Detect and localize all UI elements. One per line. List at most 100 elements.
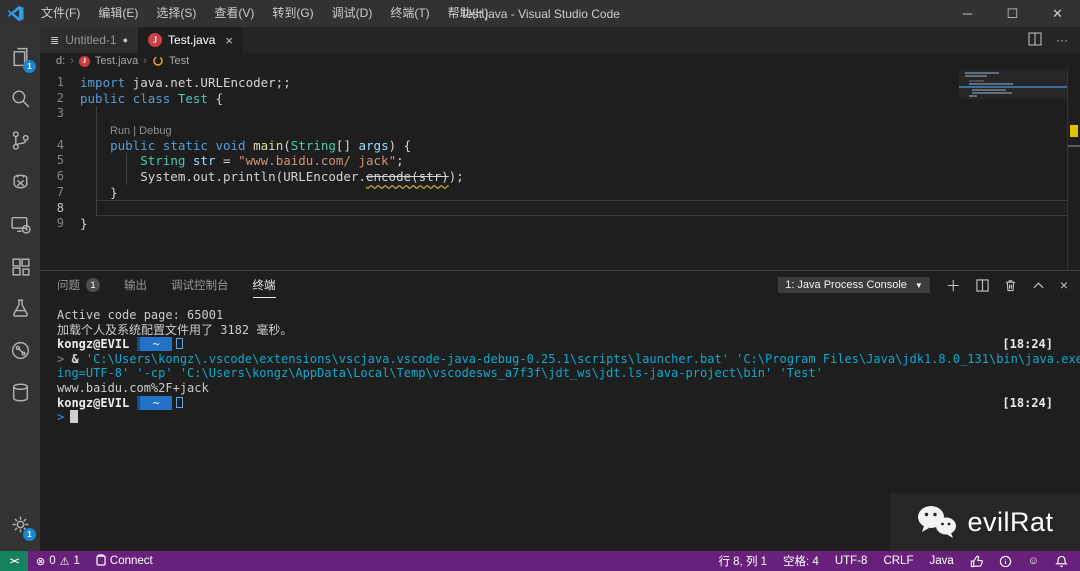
- panel-header: 问题1 输出调试控制台终端 1: Java Process Console ▼ ＋…: [40, 271, 1080, 299]
- line-number: 3: [40, 106, 80, 122]
- glyph-box-icon: [176, 397, 183, 408]
- line-number: 7: [40, 185, 80, 201]
- terminal-line: ing=UTF-8' '-cp' 'C:\Users\kongz\AppData…: [57, 366, 1080, 381]
- overview-ruler: [1067, 69, 1080, 270]
- activity-bar: 1 1: [0, 27, 40, 551]
- file-icon: ≣: [50, 34, 59, 47]
- menu-item-5[interactable]: 调试(D): [323, 0, 382, 27]
- circle-branch-extension-icon[interactable]: [0, 329, 40, 371]
- class-symbol-icon: [152, 55, 164, 67]
- minimap[interactable]: [959, 69, 1067, 270]
- scrollbar-marker: [1068, 145, 1080, 147]
- menu-item-4[interactable]: 转到(G): [263, 0, 322, 27]
- explorer-icon[interactable]: 1: [0, 35, 40, 77]
- menu-item-6[interactable]: 终端(T): [381, 0, 438, 27]
- codelens-run-debug[interactable]: Run | Debug: [80, 125, 172, 137]
- split-terminal-icon[interactable]: [976, 279, 989, 292]
- error-icon: ⊗: [36, 555, 45, 568]
- panel-tab-2[interactable]: 调试控制台: [171, 272, 229, 298]
- timestamp: [18:24]: [1002, 396, 1053, 411]
- titlebar: 文件(F)编辑(E)选择(S)查看(V)转到(G)调试(D)终端(T)帮助(H)…: [0, 0, 1080, 27]
- settings-gear-icon[interactable]: 1: [0, 503, 40, 545]
- maximize-button[interactable]: ☐: [990, 0, 1035, 27]
- connect-button[interactable]: Connect: [88, 551, 161, 571]
- status-bar: >< ⊗ 0 ⚠ 1 Connect 行 8, 列 1 空格: 4 UTF-8 …: [0, 551, 1080, 571]
- tab-test-java[interactable]: J Test.java ×: [138, 27, 243, 53]
- terminal-line: Active code page: 65001: [57, 308, 1080, 323]
- panel-tab-3[interactable]: 终端: [253, 272, 276, 298]
- encoding[interactable]: UTF-8: [827, 551, 876, 571]
- cursor-position[interactable]: 行 8, 列 1: [710, 551, 775, 571]
- window-controls: ─ ☐ ✕: [945, 0, 1080, 27]
- menu-item-7[interactable]: 帮助(H): [439, 0, 498, 27]
- line-number: 6: [40, 169, 80, 185]
- terminal-line: > & 'C:\Users\kongz\.vscode\extensions\v…: [57, 352, 1080, 367]
- menu-item-2[interactable]: 选择(S): [147, 0, 205, 27]
- code-line: 1import java.net.URLEncoder;;: [40, 75, 1080, 91]
- java-file-icon: J: [79, 56, 90, 67]
- code-line: 8: [40, 201, 1080, 217]
- minimize-button[interactable]: ─: [945, 0, 990, 27]
- language-mode[interactable]: Java: [921, 551, 961, 571]
- terminal-line: 加载个人及系统配置文件用了 3182 毫秒。: [57, 323, 1080, 338]
- search-icon[interactable]: [0, 77, 40, 119]
- terminal-line: >: [57, 410, 1080, 425]
- problems-status[interactable]: ⊗ 0 ⚠ 1: [28, 551, 88, 571]
- line-number: 9: [40, 216, 80, 232]
- extensions-icon[interactable]: [0, 245, 40, 287]
- line-number: 5: [40, 153, 80, 169]
- code-line: 2public class Test {: [40, 91, 1080, 107]
- split-editor-icon[interactable]: [1028, 32, 1042, 49]
- indentation[interactable]: 空格: 4: [775, 551, 827, 571]
- source-control-icon[interactable]: [0, 119, 40, 161]
- remote-indicator[interactable]: ><: [0, 551, 28, 571]
- codelens-row: Run | Debug: [40, 122, 1080, 138]
- menu-item-0[interactable]: 文件(F): [32, 0, 89, 27]
- thumbs-up-icon[interactable]: [962, 551, 991, 571]
- terminal-cursor: [70, 410, 78, 423]
- maximize-panel-chevron-icon[interactable]: [1032, 279, 1045, 292]
- breadcrumb-symbol[interactable]: Test: [169, 55, 189, 67]
- feedback-smiley-icon[interactable]: ☺: [1020, 551, 1047, 571]
- indent-guide: [96, 106, 97, 216]
- java-file-icon: J: [148, 33, 162, 47]
- line-number: 8: [40, 201, 80, 217]
- info-icon[interactable]: [991, 551, 1020, 571]
- watermark-text: evilRat: [967, 507, 1053, 538]
- tab-label: Untitled-1: [65, 33, 116, 47]
- panel-tab-0[interactable]: 问题1: [57, 272, 100, 298]
- menu-item-3[interactable]: 查看(V): [205, 0, 263, 27]
- terminal-select-dropdown[interactable]: 1: Java Process Console ▼: [778, 277, 930, 293]
- code-line: 4 public static void main(String[] args)…: [40, 138, 1080, 154]
- new-terminal-icon[interactable]: ＋: [946, 275, 961, 296]
- database-extension-icon[interactable]: [0, 371, 40, 413]
- eol-sequence[interactable]: CRLF: [875, 551, 921, 571]
- breadcrumb-drive[interactable]: d:: [56, 55, 65, 67]
- wechat-icon: [916, 504, 958, 540]
- line-number: 4: [40, 138, 80, 154]
- terminal-line: kongz@EVIL ~ [18:24]: [57, 396, 1080, 411]
- code-editor[interactable]: 1import java.net.URLEncoder;;2public cla…: [40, 69, 1080, 270]
- breadcrumb-file[interactable]: Test.java: [95, 55, 138, 67]
- kill-terminal-trash-icon[interactable]: [1004, 279, 1017, 292]
- more-actions-icon[interactable]: ···: [1056, 33, 1068, 47]
- test-explorer-beaker-icon[interactable]: [0, 287, 40, 329]
- menu-item-1[interactable]: 编辑(E): [89, 0, 147, 27]
- line-number: 2: [40, 91, 80, 107]
- close-button[interactable]: ✕: [1035, 0, 1080, 27]
- code-line: 7 }: [40, 185, 1080, 201]
- debug-icon[interactable]: [0, 161, 40, 203]
- panel-tab-1[interactable]: 输出: [124, 272, 147, 298]
- close-panel-icon[interactable]: ×: [1060, 277, 1068, 293]
- chevron-down-icon: ▼: [915, 281, 923, 290]
- remote-explorer-icon[interactable]: [0, 203, 40, 245]
- code-line: 6 System.out.println(URLEncoder.encode(s…: [40, 169, 1080, 185]
- breadcrumb: d: › J Test.java › Test: [40, 53, 1080, 69]
- code-line: 9}: [40, 216, 1080, 232]
- warning-marker: [1070, 125, 1078, 137]
- notifications-bell-icon[interactable]: [1047, 551, 1080, 571]
- tab-untitled-1[interactable]: ≣ Untitled-1 ●: [40, 27, 138, 53]
- connect-board-icon: [96, 554, 106, 569]
- tab-close-icon[interactable]: ×: [225, 33, 233, 48]
- chevron-right-icon: ›: [143, 55, 147, 67]
